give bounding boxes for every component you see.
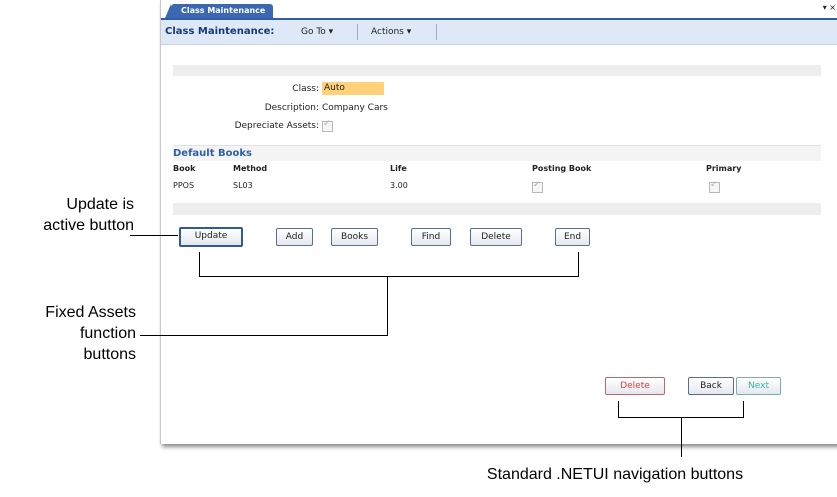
column-header-method: Method	[233, 164, 268, 173]
tab-class-maintenance[interactable]: Class Maintenance	[164, 4, 274, 18]
find-button[interactable]: Find	[411, 228, 451, 246]
callout-line	[130, 235, 178, 236]
callout-line	[681, 417, 682, 457]
posting-book-checkbox[interactable]	[532, 180, 543, 193]
cell-method: SL03	[233, 181, 253, 190]
column-header-book: Book	[173, 164, 196, 173]
menu-title: Class Maintenance:	[165, 26, 275, 37]
goto-menu[interactable]: Go To ▾	[301, 27, 333, 37]
class-field[interactable]: Auto	[322, 82, 384, 95]
update-active-callout: Update is active button	[0, 194, 134, 236]
back-button[interactable]: Back	[688, 377, 734, 395]
update-button[interactable]: Update	[179, 227, 243, 247]
button-bar-background	[173, 203, 821, 215]
default-books-heading: Default Books	[173, 145, 821, 161]
end-button[interactable]: End	[555, 228, 590, 246]
menu-divider	[357, 24, 358, 40]
bracket-line	[743, 401, 744, 418]
callout-text: active button	[43, 217, 134, 234]
menu-divider	[436, 24, 437, 40]
bracket-line	[578, 252, 579, 277]
bracket-line	[199, 276, 579, 277]
cell-book: PPOS	[173, 181, 195, 190]
callout-line	[140, 335, 388, 336]
column-header-life: Life	[390, 164, 407, 173]
tab-strip: Class Maintenance ▾ ×	[161, 0, 837, 20]
fixed-assets-callout: Fixed Assets function buttons	[0, 302, 136, 365]
form-header-bar	[173, 65, 821, 76]
add-button[interactable]: Add	[276, 228, 313, 246]
callout-text: Fixed Assets	[45, 304, 136, 321]
bracket-line	[618, 401, 619, 418]
primary-checkbox[interactable]	[709, 180, 720, 193]
depreciate-assets-label: Depreciate Assets:	[234, 121, 319, 131]
bracket-line	[387, 276, 388, 336]
description-value: Company Cars	[322, 103, 388, 113]
actions-menu[interactable]: Actions ▾	[371, 27, 411, 37]
class-maintenance-window: Class Maintenance ▾ × Class Maintenance:…	[160, 0, 837, 444]
cell-life: 3.00	[390, 181, 408, 190]
delete-function-button[interactable]: Delete	[470, 228, 522, 246]
bracket-line	[199, 252, 200, 277]
column-header-primary: Primary	[706, 164, 742, 173]
menu-bar: Class Maintenance: Go To ▾ Actions ▾	[161, 20, 837, 45]
callout-text: Update is	[66, 196, 134, 213]
books-button[interactable]: Books	[331, 228, 378, 246]
window-controls-icon[interactable]: ▾ ×	[823, 3, 836, 12]
callout-text: function	[79, 325, 136, 342]
depreciate-assets-checkbox[interactable]	[322, 119, 333, 132]
nav-buttons-callout: Standard .NETUI navigation buttons	[486, 466, 744, 483]
description-label: Description:	[264, 103, 319, 113]
delete-nav-button[interactable]: Delete	[605, 377, 665, 395]
column-header-posting-book: Posting Book	[532, 164, 592, 173]
next-button[interactable]: Next	[736, 377, 781, 395]
class-label: Class:	[292, 84, 319, 94]
callout-text: buttons	[83, 346, 136, 363]
